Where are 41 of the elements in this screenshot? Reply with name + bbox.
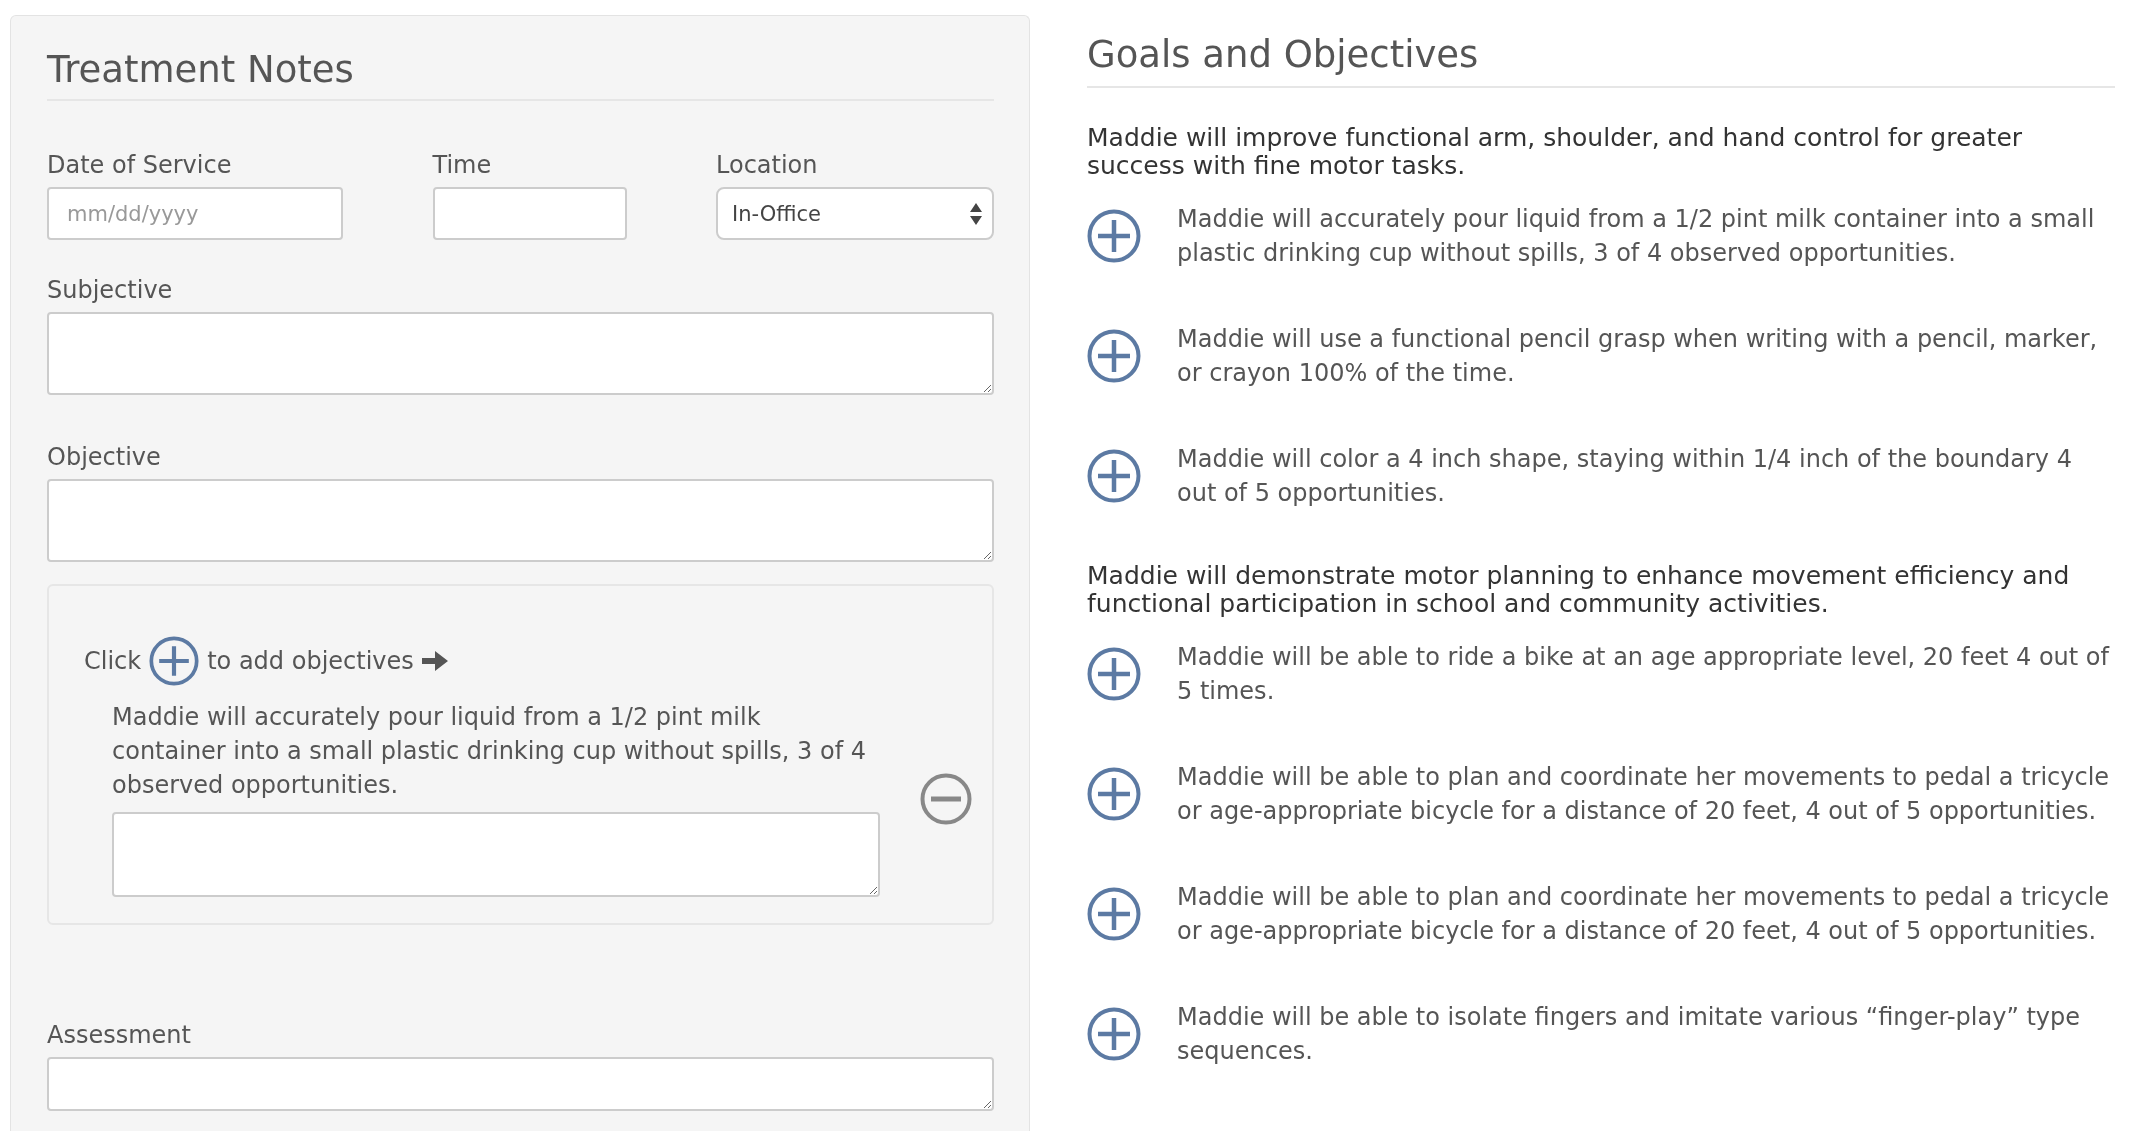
objective-text: Maddie will be able to plan and coordinate her movements to pedal a tricycle or age-appropriate bicycle for a distance of 20 feet, 4 out of 5 opportunities. <box>1177 762 2111 827</box>
add-button[interactable] <box>1087 647 1141 701</box>
field-label: Date of Service <box>47 151 233 179</box>
add-icon <box>1087 1007 1141 1061</box>
objective-text: Maddie will use a functional pencil grasp when writing with a pencil, marker, or crayon 100% of the time. <box>1177 324 2099 389</box>
add-button[interactable] <box>1087 209 1141 263</box>
text-input[interactable] <box>432 187 627 240</box>
location-select[interactable]: In-Office <box>716 187 994 240</box>
add-icon <box>1087 887 1141 941</box>
add-icon <box>1087 449 1141 503</box>
updown-caret-icon <box>970 202 982 225</box>
objective-text: Maddie will color a 4 inch shape, staying within 1/4 inch of the boundary 4 out of 5 opportunities. <box>1177 444 2073 509</box>
add-button[interactable] <box>1087 1007 1141 1061</box>
field-label: Location <box>716 151 819 179</box>
field-label: Time <box>432 151 493 179</box>
field-label: Subjective <box>47 276 174 304</box>
instruction-text: to add objectives <box>207 647 414 675</box>
instruction-text: Click <box>84 647 142 675</box>
field-label: Objective <box>47 443 162 471</box>
objective-text: Maddie will be able to isolate fingers and imitate various “finger-play” type sequences. <box>1177 1002 2082 1067</box>
objective-text: Maddie will be able to ride a bike at an age appropriate level, 20 feet 4 out of 5 times. <box>1177 642 2111 707</box>
add-button[interactable] <box>1087 887 1141 941</box>
add-icon <box>1087 647 1141 701</box>
panel-title: Treatment Notes <box>47 48 994 101</box>
add-button[interactable] <box>1087 329 1141 383</box>
objective-text: Maddie will be able to plan and coordinate her movements to pedal a tricycle or age-appropriate bicycle for a distance of 20 feet, 4 out of 5 opportunities. <box>1177 882 2111 947</box>
add-button[interactable] <box>1087 449 1141 503</box>
add-icon <box>1087 767 1141 821</box>
goal-heading: Maddie will improve functional arm, shoulder, and hand control for greater success with fine motor tasks. <box>1087 124 2024 180</box>
objective-text: Maddie will accurately pour liquid from a 1/2 pint milk container into a small plastic drinking cup without spills, 3 of 4 observed opportunities. <box>1177 204 2096 269</box>
add-icon <box>149 636 200 686</box>
objective-text: Maddie will accurately pour liquid from a 1/2 pint milk container into a small plastic drinking cup without spills, 3 of 4 observed opportunities. <box>112 702 868 801</box>
text-input[interactable]: mm/dd/yyyy <box>47 187 343 240</box>
add-button[interactable] <box>1087 767 1141 821</box>
field-label: Assessment <box>47 1021 192 1049</box>
add-icon <box>1087 329 1141 383</box>
remove-button[interactable] <box>920 772 972 825</box>
goal-heading: Maddie will demonstrate motor planning to enhance movement efficiency and functional participation in school and community activities. <box>1087 562 2071 618</box>
arrow-right-icon <box>421 651 448 671</box>
section-title: Goals and Objectives <box>1087 33 2115 88</box>
add-icon <box>1087 209 1141 263</box>
